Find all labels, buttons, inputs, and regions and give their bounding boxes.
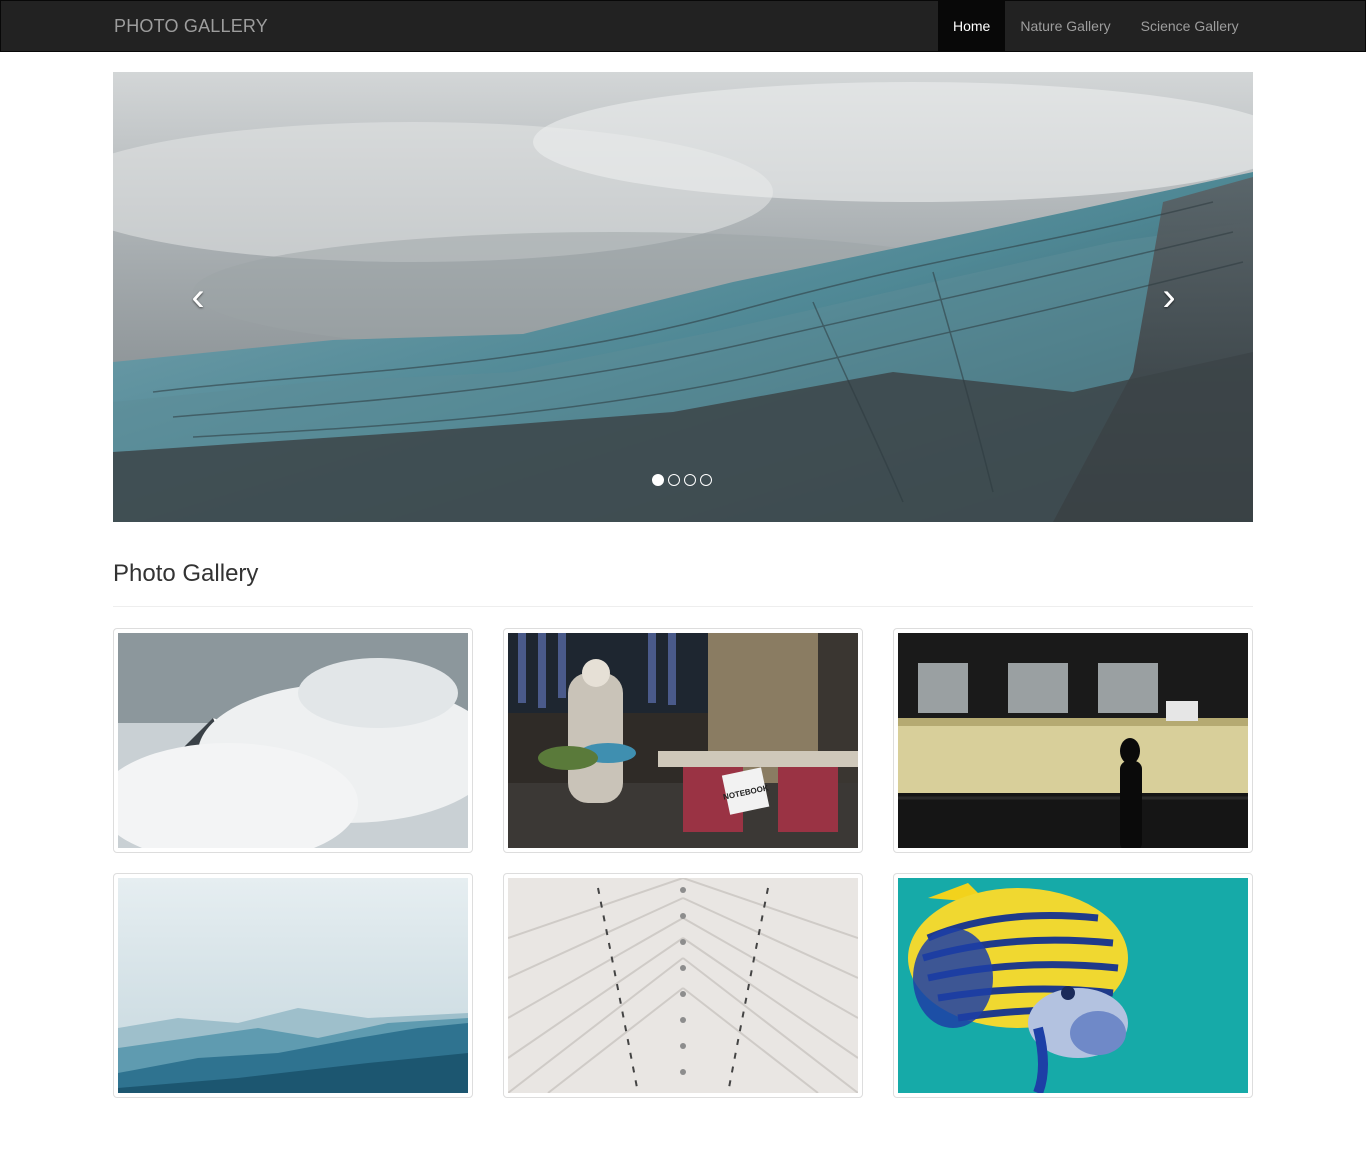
carousel-prev-button[interactable]: ‹ <box>168 272 228 322</box>
silhouette-image <box>898 633 1248 848</box>
nav-item-nature-gallery[interactable]: Nature Gallery <box>1005 1 1125 51</box>
brand-link[interactable]: PHOTO GALLERY <box>114 1 268 51</box>
gallery-thumbnail-silhouette[interactable] <box>893 628 1253 853</box>
nav-menu: Home Nature Gallery Science Gallery <box>938 1 1254 51</box>
carousel-indicator-1[interactable] <box>652 474 664 486</box>
divider <box>113 606 1253 607</box>
street-vendor-image: NOTEBOOK <box>508 633 858 848</box>
carousel-slide-glacier <box>113 72 1253 522</box>
image-carousel: ‹ › <box>113 72 1253 522</box>
navbar: PHOTO GALLERY Home Nature Gallery Scienc… <box>0 0 1366 52</box>
nav-item-science-gallery[interactable]: Science Gallery <box>1126 1 1254 51</box>
gallery-thumbnail-mountain-clouds[interactable] <box>113 628 473 853</box>
nav-item-home[interactable]: Home <box>938 1 1006 51</box>
mountain-clouds-image <box>118 633 468 848</box>
blue-mountains-image <box>118 878 468 1093</box>
gallery-thumbnail-street-vendor[interactable]: NOTEBOOK <box>503 628 863 853</box>
gallery-title: Photo Gallery <box>113 560 259 587</box>
gallery-thumbnail-angelfish[interactable] <box>893 873 1253 1098</box>
angelfish-image <box>898 878 1248 1093</box>
chevron-left-icon: ‹ <box>191 275 205 319</box>
gallery-thumbnail-blue-mountains[interactable] <box>113 873 473 1098</box>
gallery-thumbnail-architecture[interactable] <box>503 873 863 1098</box>
chevron-right-icon: › <box>1162 275 1176 319</box>
carousel-indicators <box>652 474 712 488</box>
carousel-indicator-3[interactable] <box>684 474 696 486</box>
carousel-next-button[interactable]: › <box>1139 272 1199 322</box>
carousel-indicator-4[interactable] <box>700 474 712 486</box>
carousel-indicator-2[interactable] <box>668 474 680 486</box>
architecture-image <box>508 878 858 1093</box>
